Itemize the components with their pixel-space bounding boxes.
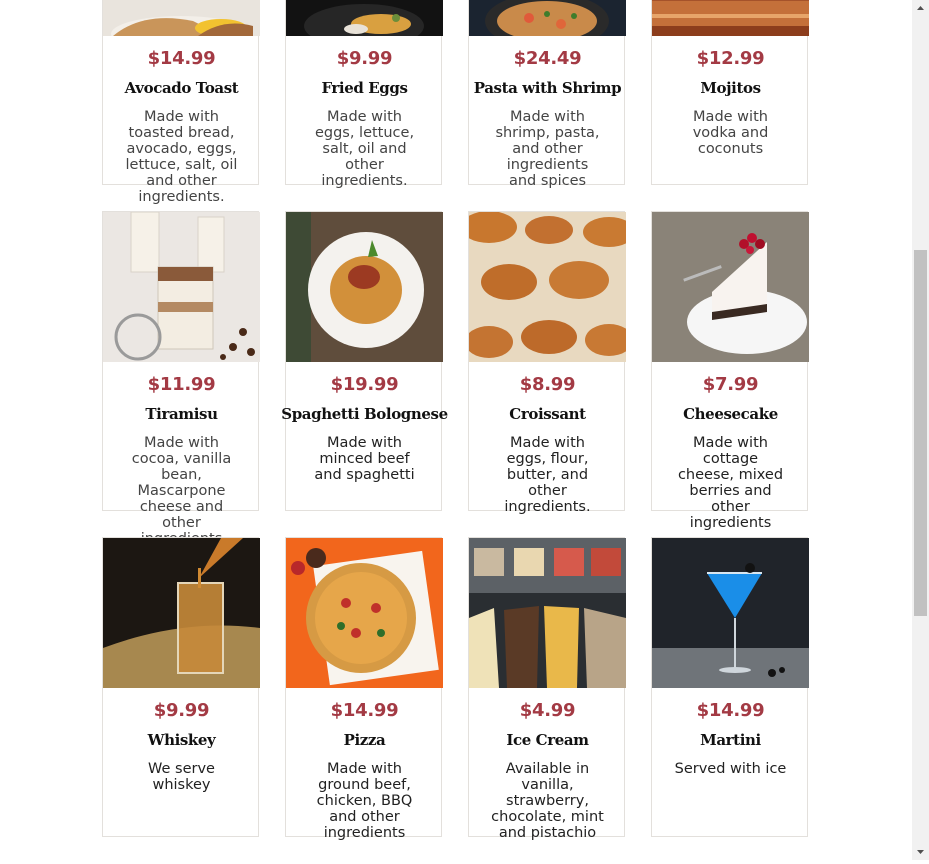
menu-card[interactable]: $19.99 Spaghetti Bolognese Made with min… [281,211,448,511]
arrow-down-icon[interactable] [912,843,929,860]
pizza-photo [286,538,443,688]
whiskey-photo [103,538,260,688]
croissant-photo [469,212,626,362]
price: $14.99 [330,700,399,721]
item-name: Pasta with Shrimp [473,79,622,97]
price: $12.99 [696,48,765,69]
price: $14.99 [147,48,216,69]
ice-cream-photo [469,538,626,688]
price: $14.99 [696,700,765,721]
item-name: Croissant [509,405,586,423]
item-name: Pizza [343,731,386,749]
item-name: Cheesecake [683,405,778,423]
mojitos-photo [652,0,809,36]
item-description: Made with cottage cheese, mixed berries … [677,435,784,531]
fried-eggs-photo [286,0,443,36]
item-description: Made with ground beef, chicken, BBQ and … [316,761,413,841]
menu-card[interactable]: $8.99 Croissant Made with eggs, flour, b… [468,211,626,515]
item-description: We serve whiskey [148,761,215,793]
menu-card[interactable]: $14.99 Avocado Toast Made with toasted b… [102,0,260,205]
item-description: Made with shrimp, pasta, and other ingre… [495,109,600,189]
cheesecake-photo [652,212,809,362]
item-description: Made with eggs, lettuce, salt, oil and o… [314,109,415,189]
item-description: Made with minced beef and spaghetti [314,435,415,483]
martini-photo [652,538,809,688]
item-name: Tiramisu [145,405,218,423]
item-name: Spaghetti Bolognese [281,405,448,423]
menu-card[interactable]: $9.99 Whiskey We serve whiskey [102,537,260,837]
item-name: Martini [700,731,761,749]
menu-card[interactable]: $7.99 Cheesecake Made with cottage chees… [651,211,809,531]
item-description: Available in vanilla, strawberry, chocol… [491,761,604,841]
menu-card[interactable]: $14.99 Martini Served with ice [651,537,809,837]
price: $24.49 [513,48,582,69]
scrollbar-thumb[interactable] [914,250,927,616]
menu-card[interactable]: $9.99 Fried Eggs Made with eggs, lettuce… [285,0,443,189]
price: $8.99 [519,374,576,395]
item-description: Made with vodka and coconuts [692,109,769,157]
vertical-scrollbar[interactable] [912,0,929,860]
item-name: Whiskey [147,731,216,749]
arrow-up-icon[interactable] [912,0,929,17]
price: $4.99 [519,700,576,721]
item-description: Made with eggs, flour, butter, and other… [504,435,591,515]
item-name: Fried Eggs [321,79,408,97]
menu-card[interactable]: $24.49 Pasta with Shrimp Made with shrim… [468,0,626,189]
item-description: Made with cocoa, vanilla bean, Mascarpon… [131,435,232,547]
price: $11.99 [147,374,216,395]
menu-card[interactable]: $4.99 Ice Cream Available in vanilla, st… [468,537,626,841]
price: $9.99 [336,48,393,69]
price: $7.99 [702,374,759,395]
menu-grid: $14.99 Avocado Toast Made with toasted b… [0,0,912,860]
item-name: Ice Cream [506,731,589,749]
menu-card[interactable]: $14.99 Pizza Made with ground beef, chic… [285,537,443,841]
menu-card[interactable]: $12.99 Mojitos Made with vodka and cocon… [651,0,809,185]
price: $19.99 [330,374,399,395]
pasta-shrimp-photo [469,0,626,36]
menu-card[interactable]: $11.99 Tiramisu Made with cocoa, vanilla… [102,211,260,547]
price: $9.99 [153,700,210,721]
item-description: Served with ice [674,761,787,777]
item-name: Avocado Toast [124,79,239,97]
item-name: Mojitos [700,79,761,97]
tiramisu-photo [103,212,260,362]
spaghetti-photo [286,212,443,362]
item-description: Made with toasted bread, avocado, eggs, … [125,109,238,205]
avocado-toast-photo [103,0,260,36]
